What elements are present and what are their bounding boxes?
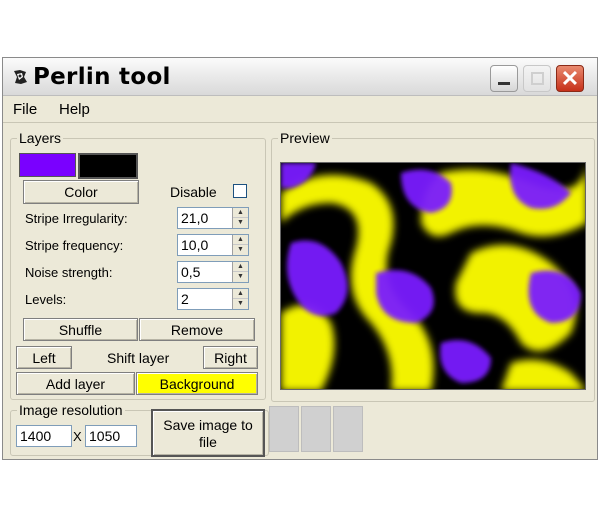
spin-up-icon[interactable]: ▲: [233, 289, 248, 299]
layers-legend: Layers: [17, 130, 64, 146]
save-image-button[interactable]: Save image to file: [151, 409, 265, 457]
shift-right-button[interactable]: Right: [203, 346, 258, 369]
spin-down-icon[interactable]: ▼: [233, 272, 248, 282]
spin-down-icon[interactable]: ▼: [233, 245, 248, 255]
close-button[interactable]: ✕: [556, 65, 584, 92]
spinner-value: 21,0: [181, 210, 209, 226]
save-button-line: Save image to: [163, 417, 253, 433]
param-label: Levels:: [25, 292, 67, 307]
background-button[interactable]: Background: [136, 372, 258, 395]
width-input[interactable]: 1400: [16, 425, 72, 447]
save-button-line: file: [199, 434, 217, 450]
param-label: Stripe frequency:: [25, 238, 124, 253]
remove-button[interactable]: Remove: [139, 318, 255, 341]
spin-up-icon[interactable]: ▲: [233, 208, 248, 218]
close-icon: ✕: [560, 66, 580, 91]
spinner-arrows: ▲ ▼: [232, 289, 248, 309]
app-window: Perlin tool ✕ File Help Layers Color Dis…: [2, 57, 598, 460]
image-resolution-legend: Image resolution: [17, 402, 125, 418]
app-logo-icon: [14, 70, 27, 84]
stripe-irregularity-spinner[interactable]: 21,0 ▲ ▼: [177, 207, 249, 229]
add-layer-button[interactable]: Add layer: [16, 372, 135, 395]
spinner-arrows: ▲ ▼: [232, 235, 248, 255]
title-bar: Perlin tool ✕: [3, 58, 597, 96]
menu-bar: File Help: [3, 97, 597, 123]
perlin-noise-render: [281, 163, 585, 389]
layer-thumbnail[interactable]: [333, 406, 363, 452]
menu-help[interactable]: Help: [59, 101, 90, 118]
spinner-arrows: ▲ ▼: [232, 208, 248, 228]
disable-checkbox[interactable]: [233, 184, 247, 198]
levels-spinner[interactable]: 2 ▲ ▼: [177, 288, 249, 310]
window-title: Perlin tool: [33, 64, 171, 90]
spinner-value: 2: [181, 291, 189, 307]
color-button[interactable]: Color: [23, 180, 139, 204]
spin-down-icon[interactable]: ▼: [233, 218, 248, 228]
layer-thumbnail[interactable]: [269, 406, 299, 452]
spin-up-icon[interactable]: ▲: [233, 262, 248, 272]
layers-group: Layers Color Disable Stripe Irregularity…: [10, 130, 266, 400]
layer-thumbnail[interactable]: [301, 406, 331, 452]
menu-file[interactable]: File: [13, 101, 37, 118]
spinner-value: 10,0: [181, 237, 209, 253]
param-label: Noise strength:: [25, 265, 113, 280]
resolution-separator: X: [73, 429, 82, 444]
spin-up-icon[interactable]: ▲: [233, 235, 248, 245]
preview-legend: Preview: [278, 130, 332, 146]
shift-layer-label: Shift layer: [107, 350, 170, 366]
preview-image: [280, 162, 586, 390]
minimize-icon: [498, 82, 510, 85]
minimize-button[interactable]: [490, 65, 518, 92]
disable-label: Disable: [170, 184, 217, 200]
shuffle-button[interactable]: Shuffle: [23, 318, 138, 341]
maximize-icon: [531, 72, 544, 85]
layer-color-swatch-purple[interactable]: [19, 153, 76, 177]
spin-down-icon[interactable]: ▼: [233, 299, 248, 309]
layer-color-swatch-black[interactable]: [78, 153, 138, 179]
spinner-arrows: ▲ ▼: [232, 262, 248, 282]
param-label: Stripe Irregularity:: [25, 211, 128, 226]
stripe-frequency-spinner[interactable]: 10,0 ▲ ▼: [177, 234, 249, 256]
noise-strength-spinner[interactable]: 0,5 ▲ ▼: [177, 261, 249, 283]
height-input[interactable]: 1050: [85, 425, 137, 447]
shift-left-button[interactable]: Left: [16, 346, 72, 369]
maximize-button[interactable]: [523, 65, 551, 92]
spinner-value: 0,5: [181, 264, 201, 280]
